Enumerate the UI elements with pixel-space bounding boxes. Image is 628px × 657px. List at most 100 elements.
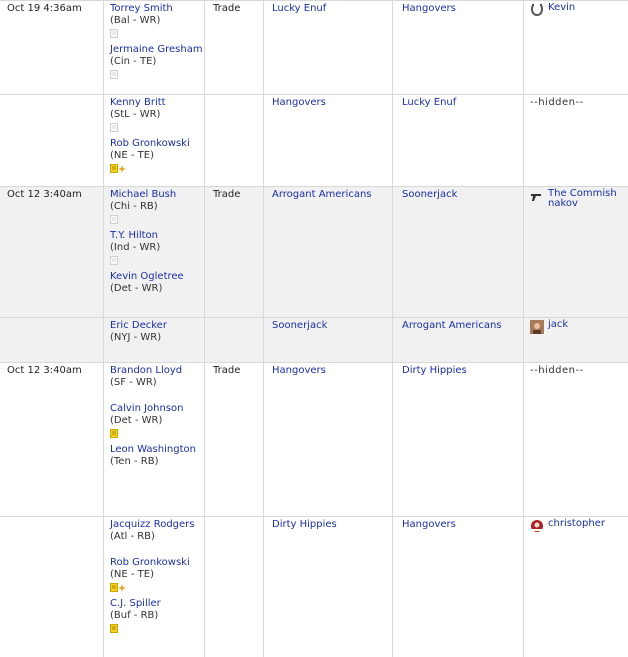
- owner-cell: Kevin: [523, 1, 628, 94]
- note-icon[interactable]: [110, 429, 118, 438]
- to-team-cell: Arrogant Americans: [392, 318, 530, 362]
- to-team-cell: Hangovers: [392, 1, 530, 94]
- owner-link[interactable]: christopher: [548, 519, 620, 529]
- note-icon[interactable]: [110, 70, 118, 79]
- players-cell: Michael Bush (Chi - RB) T.Y. Hilton (Ind - …: [103, 187, 208, 317]
- player-link[interactable]: Torrey Smith: [110, 3, 208, 15]
- player-link[interactable]: Rob Gronkowski: [110, 138, 208, 150]
- hidden-owner-label: --hidden--: [530, 97, 584, 108]
- transaction-leg: Oct 19 4:36am Torrey Smith (Bal - WR) Jerma…: [0, 1, 628, 94]
- transaction-leg: Jacquizz Rodgers (Atl - RB) Rob Gronkowski…: [0, 516, 628, 657]
- from-team-link[interactable]: Arrogant Americans: [272, 187, 398, 200]
- from-team-link[interactable]: Hangovers: [272, 363, 398, 376]
- player-entry: Jermaine Gresham (Cin - TE): [110, 44, 208, 79]
- note-icon[interactable]: [110, 123, 118, 132]
- player-team-position: (Chi - RB): [110, 201, 158, 212]
- transaction-date: Oct 12 3:40am: [7, 365, 82, 376]
- player-link[interactable]: Kevin Ogletree: [110, 271, 208, 283]
- from-team-cell: Dirty Hippies: [263, 517, 398, 657]
- player-link[interactable]: Rob Gronkowski: [110, 557, 208, 569]
- player-link[interactable]: T.Y. Hilton: [110, 230, 208, 242]
- from-team-link[interactable]: Lucky Enuf: [272, 1, 398, 14]
- player-entry: Kenny Britt (StL - WR): [110, 97, 208, 132]
- to-team-link[interactable]: Hangovers: [402, 1, 530, 14]
- owner-cell: jack: [523, 318, 628, 362]
- transaction-type: Trade: [213, 3, 241, 14]
- player-entry: Rob Gronkowski (NE - TE): [110, 138, 208, 173]
- transaction-leg: Oct 12 3:40am Brandon Lloyd (SF - WR) Calvi…: [0, 363, 628, 516]
- player-link[interactable]: Jacquizz Rodgers: [110, 519, 208, 531]
- to-team-link[interactable]: Lucky Enuf: [402, 95, 530, 108]
- from-team-cell: Hangovers: [263, 95, 398, 186]
- to-team-link[interactable]: Soonerjack: [402, 187, 530, 200]
- to-team-cell: Soonerjack: [392, 187, 530, 317]
- to-team-link[interactable]: Dirty Hippies: [402, 363, 530, 376]
- player-entry: Calvin Johnson (Det - WR): [110, 403, 208, 438]
- player-entry: T.Y. Hilton (Ind - WR): [110, 230, 208, 265]
- player-team-position: (Ind - WR): [110, 242, 161, 253]
- player-link[interactable]: Leon Washington: [110, 444, 208, 456]
- player-entry: Torrey Smith (Bal - WR): [110, 3, 208, 38]
- note-icon[interactable]: [110, 215, 118, 224]
- from-team-link[interactable]: Dirty Hippies: [272, 517, 398, 530]
- from-team-cell: Hangovers: [263, 363, 398, 516]
- player-team-position: (Bal - WR): [110, 15, 161, 26]
- player-entry: C.J. Spiller (Buf - RB): [110, 598, 208, 633]
- player-team-position: (Buf - RB): [110, 610, 159, 621]
- player-link[interactable]: Brandon Lloyd: [110, 365, 208, 377]
- player-team-position: (NE - TE): [110, 569, 154, 580]
- to-team-cell: Hangovers: [392, 517, 530, 657]
- gun-icon: [530, 189, 544, 203]
- new-note-icon[interactable]: [110, 164, 126, 173]
- to-team-cell: Lucky Enuf: [392, 95, 530, 186]
- transaction-type-cell: Trade: [204, 1, 269, 94]
- note-icon[interactable]: [110, 624, 118, 633]
- player-link[interactable]: Kenny Britt: [110, 97, 208, 109]
- note-icon[interactable]: [110, 256, 118, 265]
- owner-link[interactable]: jack: [548, 320, 620, 330]
- owner-cell: --hidden--: [523, 95, 628, 186]
- horseshoe-icon: [530, 3, 544, 17]
- transaction-leg: Oct 12 3:40am Michael Bush (Chi - RB) T.Y. …: [0, 187, 628, 317]
- player-link[interactable]: Eric Decker: [110, 320, 208, 332]
- new-note-icon[interactable]: [110, 583, 126, 592]
- player-team-position: (Det - WR): [110, 415, 163, 426]
- to-team-link[interactable]: Hangovers: [402, 517, 530, 530]
- transaction-leg: Kenny Britt (StL - WR) Rob Gronkowski (NE -…: [0, 94, 628, 186]
- owner-cell: christopher: [523, 517, 628, 657]
- transaction-type-cell: Trade: [204, 363, 269, 516]
- player-team-position: (Ten - RB): [110, 456, 159, 467]
- player-entry: Kevin Ogletree (Det - WR): [110, 271, 208, 307]
- transaction-type-cell: [204, 318, 269, 362]
- player-link[interactable]: Calvin Johnson: [110, 403, 208, 415]
- transaction: Oct 19 4:36am Torrey Smith (Bal - WR) Jerma…: [0, 0, 628, 186]
- transaction: Oct 12 3:40am Michael Bush (Chi - RB) T.Y. …: [0, 186, 628, 362]
- transaction-type-cell: Trade: [204, 187, 269, 317]
- note-icon[interactable]: [110, 29, 118, 38]
- player-link[interactable]: Jermaine Gresham: [110, 44, 208, 56]
- players-cell: Jacquizz Rodgers (Atl - RB) Rob Gronkowski…: [103, 517, 208, 657]
- from-team-cell: Soonerjack: [263, 318, 398, 362]
- owner-cell: The Commishnakov: [523, 187, 628, 317]
- player-team-position: (Det - WR): [110, 283, 163, 294]
- owner-link[interactable]: Kevin: [548, 3, 620, 13]
- player-link[interactable]: C.J. Spiller: [110, 598, 208, 610]
- transaction-type-cell: [204, 517, 269, 657]
- player-entry: Jacquizz Rodgers (Atl - RB): [110, 519, 208, 555]
- from-team-link[interactable]: Hangovers: [272, 95, 398, 108]
- from-team-link[interactable]: Soonerjack: [272, 318, 398, 331]
- owner-link[interactable]: The Commishnakov: [548, 189, 620, 209]
- to-team-cell: Dirty Hippies: [392, 363, 530, 516]
- player-entry: Brandon Lloyd (SF - WR): [110, 365, 208, 401]
- avatar-icon: [530, 320, 544, 334]
- to-team-link[interactable]: Arrogant Americans: [402, 318, 530, 331]
- players-cell: Torrey Smith (Bal - WR) Jermaine Gresham (C…: [103, 1, 208, 94]
- player-link[interactable]: Michael Bush: [110, 189, 208, 201]
- transaction: Oct 12 3:40am Brandon Lloyd (SF - WR) Calvi…: [0, 362, 628, 657]
- player-team-position: (SF - WR): [110, 377, 157, 388]
- transaction-log: Oct 19 4:36am Torrey Smith (Bal - WR) Jerma…: [0, 0, 628, 657]
- transaction-type: Trade: [213, 365, 241, 376]
- player-entry: Michael Bush (Chi - RB): [110, 189, 208, 224]
- player-entry: Leon Washington (Ten - RB): [110, 444, 208, 480]
- player-entry: Rob Gronkowski (NE - TE): [110, 557, 208, 592]
